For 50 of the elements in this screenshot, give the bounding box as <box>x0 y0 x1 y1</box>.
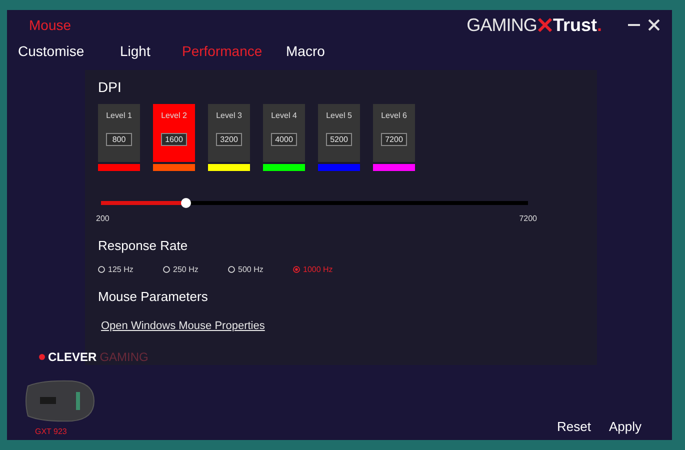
dpi-value-field[interactable]: 800 <box>106 133 132 146</box>
action-button[interactable]: Reset <box>557 417 591 436</box>
radio-icon <box>98 266 105 273</box>
tab[interactable]: Macro <box>286 40 366 62</box>
bullet-icon <box>39 354 45 360</box>
logo-text: Trust <box>552 14 597 36</box>
dpi-slider[interactable] <box>101 201 528 205</box>
action-button[interactable]: Apply <box>608 417 642 436</box>
level-label: Level 2 <box>161 112 187 120</box>
section-title: DPI <box>98 78 122 97</box>
tab[interactable]: Performance <box>182 40 286 62</box>
radio-option[interactable]: 1000 Hz <box>293 264 358 276</box>
radio-option[interactable]: 125 Hz <box>98 264 163 276</box>
section-title: Response Rate <box>98 237 189 255</box>
radio-icon <box>228 266 235 273</box>
logo-text: GAMING <box>466 14 537 36</box>
logo-cross-icon <box>536 17 553 33</box>
radio-icon <box>163 266 170 273</box>
link[interactable]: Open Windows Mouse Properties <box>101 318 265 334</box>
brand-text: CLEVER <box>48 349 97 366</box>
brand-text: GAMING <box>100 349 148 366</box>
radio-option[interactable]: 250 Hz <box>163 264 228 276</box>
radio-icon <box>293 266 300 273</box>
dpi-value-field[interactable]: 5200 <box>326 133 352 146</box>
level-label: Level 6 <box>381 112 407 120</box>
dpi-level-card[interactable]: Level 2 1600 <box>153 104 195 162</box>
slider-max-label: 7200 <box>519 213 537 225</box>
dpi-value-field[interactable]: 7200 <box>381 133 407 146</box>
radio-option[interactable]: 500 Hz <box>228 264 293 276</box>
logo-dot: . <box>596 14 602 36</box>
dpi-value-field[interactable]: 4000 <box>271 133 297 146</box>
level-label: Level 3 <box>216 112 242 120</box>
dpi-value-field[interactable]: 3200 <box>216 133 242 146</box>
level-label: Level 5 <box>326 112 352 120</box>
level-label: Level 1 <box>106 112 132 120</box>
section-title: Mouse Parameters <box>98 288 209 306</box>
slider-min-label: 200 <box>96 213 110 225</box>
window-title: Mouse <box>29 16 72 34</box>
tab[interactable]: Customise <box>18 40 120 62</box>
dpi-level-card[interactable]: Level 3 3200 <box>208 104 250 162</box>
slider-thumb[interactable] <box>181 198 192 208</box>
tab[interactable]: Light <box>120 40 182 62</box>
dpi-level-card[interactable]: Level 4 4000 <box>263 104 305 162</box>
close-icon[interactable] <box>648 19 660 31</box>
dpi-level-card[interactable]: Level 5 5200 <box>318 104 360 162</box>
model-label: GXT 923 <box>35 426 67 438</box>
dpi-level-card[interactable]: Level 1 800 <box>98 104 140 162</box>
dpi-level-card[interactable]: Level 6 7200 <box>373 104 415 162</box>
dpi-value-field[interactable]: 1600 <box>161 133 187 146</box>
level-label: Level 4 <box>271 112 297 120</box>
